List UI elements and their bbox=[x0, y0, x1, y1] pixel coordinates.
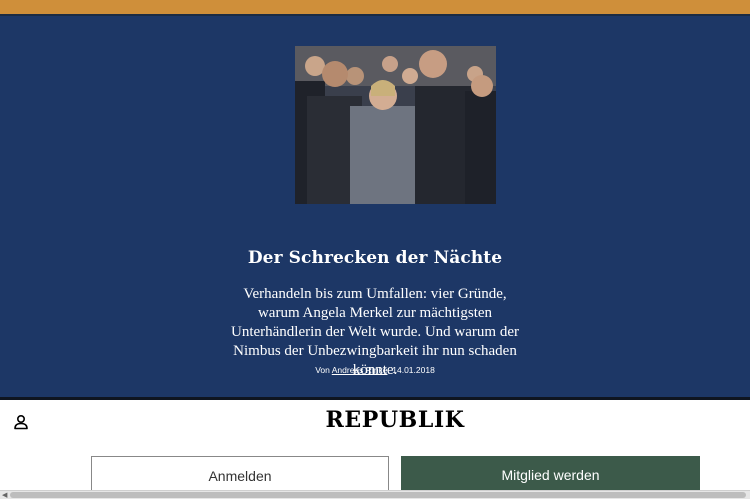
article-photo bbox=[295, 46, 496, 204]
scroll-left-icon[interactable]: ◀ bbox=[2, 491, 7, 499]
accent-stripe bbox=[0, 0, 750, 14]
site-logo[interactable]: REPUBLIK bbox=[0, 407, 750, 433]
author-link[interactable]: Andreas Rinke bbox=[332, 365, 388, 375]
article-date: , 14.01.2018 bbox=[387, 365, 435, 375]
horizontal-scrollbar[interactable]: ◀ bbox=[0, 490, 750, 499]
scrollbar-thumb[interactable] bbox=[10, 492, 746, 498]
login-button[interactable]: Anmelden bbox=[91, 456, 389, 494]
article-title: Der Schrecken der Nächte bbox=[247, 248, 503, 268]
byline-prefix: Von bbox=[315, 365, 330, 375]
become-member-button[interactable]: Mitglied werden bbox=[401, 456, 700, 494]
article-byline: Von Andreas Rinke, 14.01.2018 bbox=[0, 365, 750, 375]
